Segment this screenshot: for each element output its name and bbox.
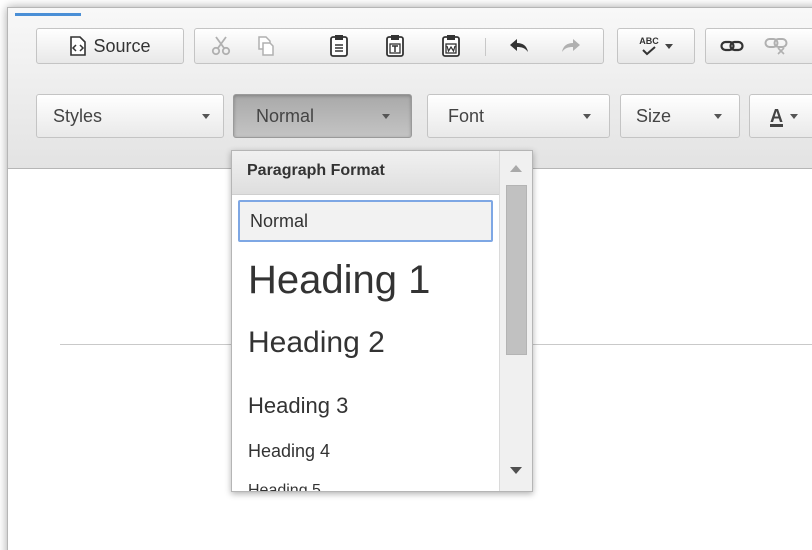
chevron-down-icon [664,43,673,49]
paste-text-button[interactable] [377,29,413,63]
font-combo[interactable]: Font [427,94,610,138]
dropdown-header: Paragraph Format [232,151,499,195]
scrollbar-thumb[interactable] [506,185,527,355]
chevron-down-icon [583,114,591,119]
spellcheck-icon-label: ABC [639,35,659,46]
toolbar-separator [485,38,486,56]
paste-text-icon [385,34,405,58]
styles-combo[interactable]: Styles [36,94,224,138]
undo-icon [508,37,530,55]
styles-combo-label: Styles [53,106,103,126]
link-icon [720,39,744,53]
text-color-icon: A [770,106,783,126]
copy-icon [255,35,275,57]
dropdown-title: Paragraph Format [247,162,385,179]
link-button[interactable] [714,29,750,63]
clipboard-group [194,28,604,64]
format-option-heading-1[interactable]: Heading 1 [238,254,493,306]
source-group: Source [36,28,184,64]
source-button[interactable]: Source [37,29,183,63]
unlink-icon [764,36,788,56]
chevron-down-icon [790,114,798,119]
link-group [705,28,812,64]
format-option-label: Heading 1 [248,258,431,302]
undo-button[interactable] [499,29,539,63]
format-option-heading-3[interactable]: Heading 3 [238,388,493,422]
text-color-button[interactable]: A [749,94,812,138]
format-option-heading-4[interactable]: Heading 4 [238,438,493,468]
scroll-up-arrow-icon[interactable] [510,165,522,172]
source-icon [69,36,87,56]
spellcheck-button[interactable]: ABC [626,29,686,63]
format-option-heading-5[interactable]: Heading 5 [238,480,493,491]
redo-button[interactable] [551,29,591,63]
paragraph-format-dropdown: Paragraph Format Normal Heading 1 Headin… [231,150,533,492]
format-list: Normal Heading 1 Heading 2 Heading 3 Hea… [232,194,499,491]
format-option-label: Heading 2 [248,326,385,359]
copy-button[interactable] [247,29,283,63]
tab-accent [15,13,81,16]
cut-button[interactable] [203,29,239,63]
size-combo[interactable]: Size [620,94,740,138]
format-combo[interactable]: Normal [233,94,412,138]
redo-icon [560,37,582,55]
paste-icon [329,34,349,58]
format-option-normal[interactable]: Normal [238,200,493,242]
paste-word-icon [441,34,461,58]
format-option-heading-2[interactable]: Heading 2 [238,324,493,366]
format-option-label: Normal [250,211,309,231]
dropdown-scrollbar[interactable] [499,151,532,491]
editor-toolbar: Source ABC Styles Normal Font Size A [8,8,812,169]
spellcheck-icon: ABC [639,35,659,56]
scroll-down-arrow-icon[interactable] [510,467,522,474]
size-combo-label: Size [636,106,672,126]
chevron-down-icon [714,114,722,119]
format-combo-label: Normal [256,106,315,126]
format-option-label: Heading 5 [248,482,321,491]
source-button-label: Source [93,35,151,56]
cut-icon [210,35,232,57]
paste-button[interactable] [321,29,357,63]
chevron-down-icon [382,114,390,119]
chevron-down-icon [202,114,210,119]
screenshot-frame: Source ABC Styles Normal Font Size A Par… [0,0,812,550]
format-option-label: Heading 4 [248,441,331,461]
unlink-button[interactable] [758,29,794,63]
font-combo-label: Font [448,106,485,126]
paste-word-button[interactable] [433,29,469,63]
spellcheck-group: ABC [617,28,695,64]
format-option-label: Heading 3 [248,393,349,418]
